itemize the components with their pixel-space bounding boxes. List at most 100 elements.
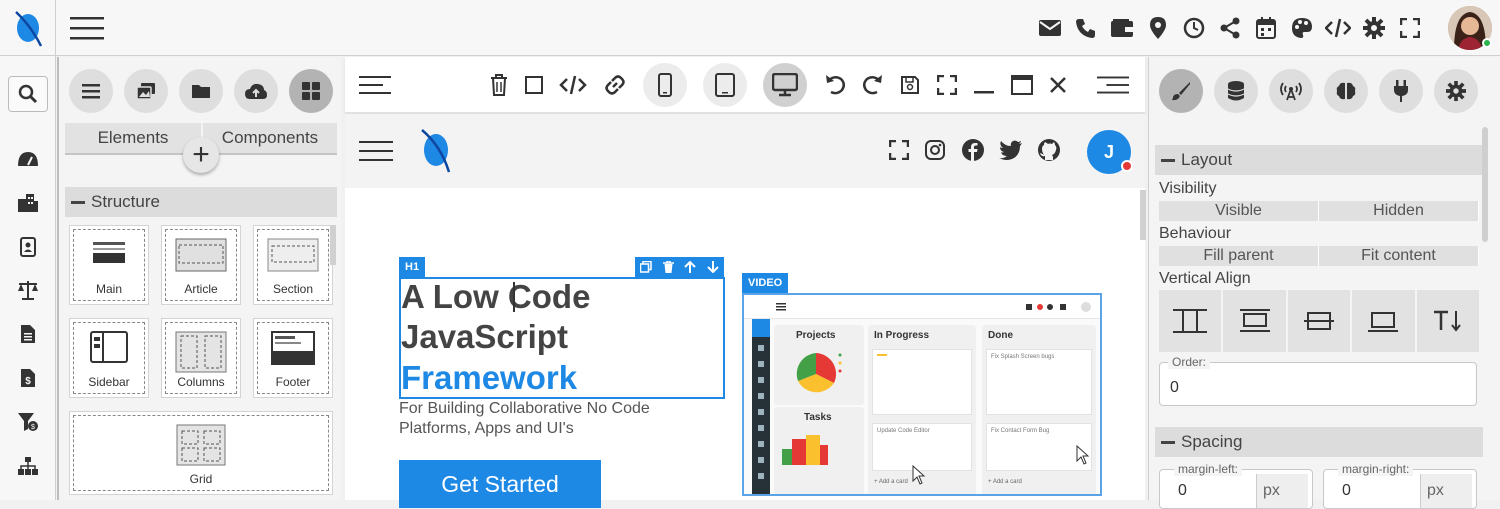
fullscreen-icon[interactable] (1392, 14, 1428, 42)
arrow-down-icon[interactable] (707, 261, 719, 273)
link-button[interactable] (599, 69, 631, 101)
element-article[interactable]: Article (161, 225, 241, 305)
facebook-icon[interactable] (961, 138, 985, 162)
close-button[interactable] (1042, 69, 1074, 101)
twitter-icon[interactable] (999, 140, 1023, 160)
video-element-tag: VIDEO (742, 273, 789, 293)
tablet-view-button[interactable] (703, 63, 747, 107)
search-button[interactable] (8, 76, 48, 112)
tab-elements[interactable]: Elements (65, 123, 201, 155)
margin-left-unit-select[interactable]: px (1256, 474, 1308, 508)
mobile-view-button[interactable] (643, 63, 687, 107)
preview-logo[interactable] (419, 126, 453, 174)
grid-button[interactable] (289, 69, 333, 113)
github-icon[interactable] (1037, 138, 1061, 162)
element-section[interactable]: Section (253, 225, 333, 305)
document-icon[interactable] (16, 322, 40, 346)
valign-top-option[interactable] (1223, 290, 1286, 352)
list-button[interactable] (69, 69, 113, 113)
sitemap-icon[interactable] (16, 454, 40, 478)
valign-bottom-option[interactable] (1352, 290, 1415, 352)
redo-button[interactable] (857, 69, 889, 101)
trash-icon[interactable] (662, 261, 674, 273)
invoice-icon[interactable]: $ (16, 366, 40, 390)
arrow-up-icon[interactable] (684, 261, 696, 273)
right-panel-scrollbar[interactable] (1482, 127, 1488, 242)
calendar-icon[interactable] (1248, 14, 1284, 42)
element-columns[interactable]: Columns (161, 318, 241, 398)
tab-components[interactable]: Components (203, 123, 337, 155)
fullscreen-icon[interactable] (889, 140, 909, 160)
hamburger-menu-button[interactable] (70, 16, 106, 40)
select-button[interactable] (518, 69, 550, 101)
fullscreen-button[interactable] (931, 69, 963, 101)
clock-icon[interactable] (1176, 14, 1212, 42)
align-center-icon (1304, 312, 1335, 330)
video-element[interactable]: Projects Tasks In Progress Update Code E… (742, 293, 1102, 496)
folder-button[interactable] (179, 69, 223, 113)
events-tab-button[interactable] (1269, 69, 1313, 113)
wallet-icon[interactable] (1104, 14, 1140, 42)
code-icon[interactable] (1320, 14, 1356, 42)
valign-center-option[interactable] (1287, 290, 1351, 352)
canvas-menu-right-button[interactable] (1097, 69, 1129, 101)
images-button[interactable] (124, 69, 168, 113)
logic-tab-button[interactable] (1324, 69, 1368, 113)
left-panel-scrollbar[interactable] (330, 225, 336, 265)
save-button[interactable] (894, 69, 926, 101)
desktop-view-button[interactable] (763, 63, 807, 107)
video-app-topbar (744, 295, 1100, 319)
map-pin-icon[interactable] (1140, 14, 1176, 42)
order-field[interactable]: Order: 0 (1159, 355, 1477, 406)
style-tab-button[interactable] (1159, 69, 1203, 113)
filter-money-icon[interactable]: $ (16, 410, 40, 434)
phone-icon[interactable] (1068, 14, 1104, 42)
heading-line-2[interactable]: JavaScript (401, 317, 568, 357)
minimize-button[interactable] (968, 69, 1000, 101)
mail-icon[interactable] (1032, 14, 1068, 42)
building-icon[interactable] (16, 191, 40, 215)
spacing-section-header[interactable]: Spacing (1155, 427, 1483, 457)
data-tab-button[interactable] (1214, 69, 1258, 113)
heading-line-3[interactable]: Framework (401, 358, 577, 398)
visibility-hidden-option[interactable]: Hidden (1319, 201, 1479, 221)
app-logo[interactable] (0, 0, 56, 56)
delete-button[interactable] (483, 69, 515, 101)
layout-section-header[interactable]: Layout (1155, 145, 1483, 175)
add-button[interactable]: + (183, 137, 219, 173)
margin-left-field[interactable]: margin-left: 0 px (1159, 462, 1313, 509)
element-footer[interactable]: Footer (253, 318, 333, 398)
gear-icon[interactable] (1356, 14, 1392, 42)
valign-stretch-option[interactable] (1159, 290, 1222, 352)
preview-menu-button[interactable] (359, 140, 393, 162)
element-sidebar[interactable]: Sidebar (69, 318, 149, 398)
copy-icon[interactable] (640, 261, 652, 273)
cloud-upload-button[interactable] (234, 69, 278, 113)
instagram-icon[interactable] (925, 140, 945, 160)
palette-icon[interactable] (1284, 14, 1320, 42)
undo-button[interactable] (819, 69, 851, 101)
structure-section-header[interactable]: Structure (65, 187, 337, 217)
canvas-menu-button[interactable] (359, 69, 391, 101)
contacts-icon[interactable] (16, 235, 40, 259)
margin-right-field[interactable]: margin-right: 0 px (1323, 462, 1477, 509)
maximize-button[interactable] (1006, 69, 1038, 101)
scale-icon[interactable] (16, 278, 40, 302)
element-grid[interactable]: Grid (69, 411, 333, 495)
settings-tab-button[interactable] (1434, 69, 1478, 113)
valign-text-option[interactable] (1416, 290, 1480, 352)
code-view-button[interactable] (557, 69, 589, 101)
visibility-visible-option[interactable]: Visible (1159, 201, 1319, 221)
plugins-tab-button[interactable] (1379, 69, 1423, 113)
heading-line-1[interactable]: A Low Code (401, 277, 590, 317)
behaviour-fit-content-option[interactable]: Fit content (1319, 246, 1479, 266)
get-started-button[interactable]: Get Started (399, 460, 601, 508)
dashboard-icon[interactable] (16, 148, 40, 172)
element-main[interactable]: Main (69, 225, 149, 305)
canvas-scrollbar[interactable] (1140, 190, 1146, 240)
share-icon[interactable] (1212, 14, 1248, 42)
design-canvas[interactable]: J H1 A Low Code JavaScript Framework For… (345, 114, 1145, 508)
behaviour-fill-parent-option[interactable]: Fill parent (1159, 246, 1319, 266)
hero-subtitle[interactable]: For Building Collaborative No Code Platf… (399, 399, 719, 439)
margin-right-unit-select[interactable]: px (1420, 474, 1472, 508)
